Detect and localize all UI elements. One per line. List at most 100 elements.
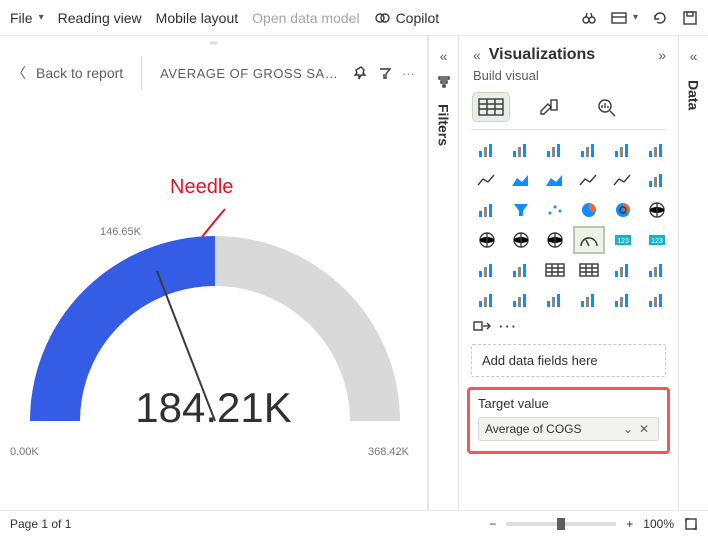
viz-type-pie[interactable] (575, 198, 603, 222)
zoom-level: 100% (643, 517, 674, 531)
gauge-max-label: 368.42K (368, 446, 409, 458)
remove-field-icon[interactable]: ✕ (636, 422, 652, 436)
viz-type-multi-row-card[interactable]: 123 (643, 228, 671, 252)
collapse-visualizations-button[interactable]: « (473, 47, 481, 63)
target-field-name: Average of COGS (485, 422, 620, 436)
viz-type-decomposition-tree[interactable] (507, 288, 535, 312)
filters-pane-collapsed[interactable]: « Filters (428, 36, 458, 510)
chevron-down-icon[interactable]: ⌄ (620, 422, 636, 436)
viz-type-line[interactable] (473, 168, 501, 192)
visualizations-title: Visualizations (489, 46, 650, 64)
viz-type-table[interactable] (541, 258, 569, 282)
viz-type-line-clustered-column[interactable] (609, 168, 637, 192)
viz-type-python-visual[interactable] (643, 258, 671, 282)
viz-type-map[interactable] (473, 228, 501, 252)
format-icon (538, 97, 560, 117)
mobile-layout-button[interactable]: Mobile layout (156, 10, 239, 26)
view-icon (611, 11, 627, 25)
viz-type-matrix[interactable] (575, 258, 603, 282)
main-area: ═ 〈 Back to report AVERAGE OF GROSS SALE… (0, 36, 708, 510)
chevron-left-icon: « (690, 48, 698, 64)
visual-title: AVERAGE OF GROSS SALES AND AVERAG... (160, 66, 340, 81)
reading-view-button[interactable]: Reading view (58, 10, 142, 26)
viz-type-gauge[interactable] (575, 228, 603, 252)
fit-to-page-button[interactable] (684, 517, 698, 531)
back-to-report-button[interactable]: 〈 Back to report (12, 63, 123, 83)
visualizations-pane: « Visualizations » Build visual 123 123 ·… (458, 36, 678, 510)
viz-type-100-bar[interactable] (609, 138, 637, 162)
magnifier-chart-icon (596, 97, 618, 117)
chevron-down-icon: ▾ (39, 12, 44, 23)
viz-type-paginated[interactable] (609, 288, 637, 312)
annotation-needle: Needle (170, 176, 233, 199)
viz-type-filled-map[interactable] (507, 228, 535, 252)
viz-type-stacked-column[interactable] (541, 138, 569, 162)
copilot-label: Copilot (396, 10, 440, 26)
gauge-chart[interactable]: Needle 146.65K 184.21K 0.00K (0, 96, 427, 510)
viz-type-funnel[interactable] (507, 198, 535, 222)
viz-type-scatter[interactable] (541, 198, 569, 222)
data-label: Data (686, 80, 702, 110)
viz-type-kpi[interactable] (473, 258, 501, 282)
back-label: Back to report (36, 65, 123, 81)
viz-type-narrative[interactable] (575, 288, 603, 312)
refresh-button[interactable] (652, 10, 668, 26)
file-menu[interactable]: File ▾ (10, 10, 44, 26)
build-visual-tab[interactable] (473, 93, 509, 121)
copilot-icon (374, 10, 390, 26)
values-field-well[interactable]: Add data fields here (471, 344, 666, 377)
filter-icon[interactable] (378, 66, 392, 81)
data-pane-collapsed[interactable]: « Data (678, 36, 708, 510)
more-visuals-button[interactable]: ··· (499, 319, 518, 334)
viz-type-qna[interactable] (541, 288, 569, 312)
viz-type-key-influencers[interactable] (473, 288, 501, 312)
viz-type-slicer[interactable] (507, 258, 535, 282)
filters-icon (437, 74, 451, 88)
copilot-button[interactable]: Copilot (374, 10, 440, 26)
viz-type-waterfall[interactable] (473, 198, 501, 222)
viz-type-stacked-area[interactable] (541, 168, 569, 192)
top-command-bar: File ▾ Reading view Mobile layout Open d… (0, 0, 708, 36)
viz-type-r-visual[interactable] (609, 258, 637, 282)
divider (141, 56, 142, 90)
target-value-field-pill[interactable]: Average of COGS ⌄ ✕ (478, 417, 659, 441)
svg-text:123: 123 (617, 238, 629, 245)
viz-type-clustered-column[interactable] (575, 138, 603, 162)
more-icon[interactable]: ··· (402, 66, 415, 81)
visual-mode-tabs (459, 89, 678, 129)
build-visual-label: Build visual (459, 68, 678, 89)
viz-type-clustered-bar[interactable] (507, 138, 535, 162)
gauge-value: 184.21K (0, 384, 427, 432)
format-visual-tab[interactable] (531, 93, 567, 121)
save-button[interactable] (682, 10, 698, 26)
view-dropdown[interactable]: ▾ (611, 11, 638, 25)
visual-header: 〈 Back to report AVERAGE OF GROSS SALES … (0, 50, 427, 96)
file-label: File (10, 10, 33, 26)
viz-type-stacked-bar[interactable] (473, 138, 501, 162)
viz-type-treemap[interactable] (643, 198, 671, 222)
analytics-tab[interactable] (589, 93, 625, 121)
viz-type-area[interactable] (507, 168, 535, 192)
viz-type-ribbon[interactable] (643, 168, 671, 192)
report-canvas: ═ 〈 Back to report AVERAGE OF GROSS SALE… (0, 36, 428, 510)
zoom-in-button[interactable]: + (626, 517, 633, 531)
arrow-right-convert-icon[interactable] (473, 318, 491, 334)
viz-type-line-stacked-column[interactable] (575, 168, 603, 192)
expand-visualizations-button[interactable]: » (658, 47, 666, 63)
target-value-section-highlight: Target value Average of COGS ⌄ ✕ (467, 387, 670, 454)
save-icon (682, 10, 698, 26)
viz-type-azure-map[interactable] (541, 228, 569, 252)
pin-icon[interactable] (354, 66, 368, 81)
zoom-out-button[interactable]: − (489, 517, 496, 531)
chevron-left-icon: « (440, 48, 448, 64)
viz-type-100-column[interactable] (643, 138, 671, 162)
target-value-label: Target value (478, 396, 659, 411)
zoom-slider[interactable] (506, 522, 616, 526)
viz-type-card[interactable]: 123 (609, 228, 637, 252)
visualization-type-grid: 123 123 (459, 138, 678, 312)
filters-label: Filters (436, 104, 452, 146)
viz-type-donut[interactable] (609, 198, 637, 222)
visual-drag-handle[interactable]: ═ (0, 36, 427, 50)
viz-type-power-apps[interactable] (643, 288, 671, 312)
binoculars-button[interactable] (581, 10, 597, 26)
